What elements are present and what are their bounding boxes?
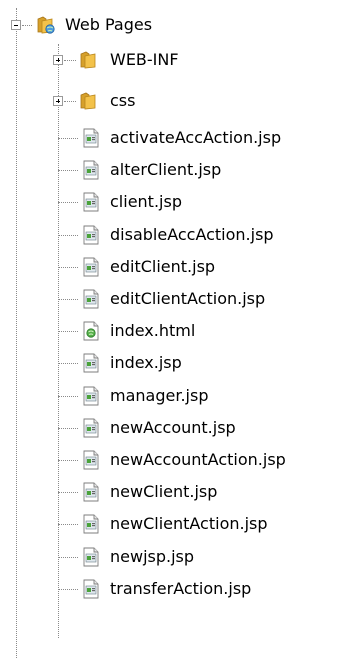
tree-item-web-inf[interactable]: WEB-INF: [0, 44, 343, 76]
tree-item-label: WEB-INF: [110, 50, 179, 69]
tree-item-file-10[interactable]: newAccount.jsp: [0, 412, 343, 444]
tree-item-label: client.jsp: [110, 192, 182, 212]
tree-item-label: editClient.jsp: [110, 256, 216, 276]
jsp-file-icon: [83, 514, 99, 534]
tree-item-file-15[interactable]: transferAction.jsp: [0, 573, 343, 605]
tree-item-label: newClientAction.jsp: [110, 514, 268, 534]
jsp-file-icon: [83, 418, 99, 438]
web-pages-folder-icon: [37, 16, 55, 34]
tree-item-file-6[interactable]: editClientAction.jsp: [0, 283, 343, 315]
tree-item-file-2[interactable]: alterClient.jsp: [0, 154, 343, 186]
tree-item-label: disableAccAction.jsp: [110, 224, 274, 244]
folder-icon: [80, 51, 96, 69]
tree-item-file-9[interactable]: manager.jsp: [0, 380, 343, 412]
tree-item-file-13[interactable]: newClientAction.jsp: [0, 508, 343, 540]
tree-item-file-11[interactable]: newAccountAction.jsp: [0, 444, 343, 476]
tree-item-file-5[interactable]: editClient.jsp: [0, 251, 343, 283]
jsp-file-icon: [83, 450, 99, 470]
jsp-file-icon: [83, 192, 99, 212]
tree-item-label: manager.jsp: [110, 385, 209, 405]
jsp-file-icon: [83, 289, 99, 309]
tree-item-label: css: [110, 91, 136, 110]
project-tree: Web Pages WEB-INF css activateAccAction.…: [0, 0, 343, 658]
tree-item-web-pages[interactable]: Web Pages: [0, 9, 343, 41]
tree-item-label: Web Pages: [65, 15, 153, 34]
tree-item-label: editClientAction.jsp: [110, 289, 266, 308]
collapse-toggle-web-pages[interactable]: [11, 20, 21, 30]
tree-item-file-12[interactable]: newClient.jsp: [0, 476, 343, 508]
tree-item-label: newAccount.jsp: [110, 417, 236, 437]
tree-item-css[interactable]: css: [0, 85, 343, 117]
jsp-file-icon: [83, 160, 99, 180]
tree-item-label: transferAction.jsp: [110, 578, 252, 598]
jsp-file-icon: [83, 353, 99, 373]
tree-item-file-3[interactable]: client.jsp: [0, 186, 343, 218]
jsp-file-icon: [83, 482, 99, 502]
tree-item-label: alterClient.jsp: [110, 160, 222, 180]
html-file-icon: [83, 321, 99, 341]
jsp-file-icon: [83, 128, 99, 148]
tree-item-label: activateAccAction.jsp: [110, 128, 282, 147]
jsp-file-icon: [83, 579, 99, 599]
tree-item-file-7[interactable]: index.html: [0, 315, 343, 347]
tree-item-file-4[interactable]: disableAccAction.jsp: [0, 219, 343, 251]
tree-item-label: index.html: [110, 321, 196, 341]
jsp-file-icon: [83, 547, 99, 567]
jsp-file-icon: [83, 257, 99, 277]
tree-item-file-1[interactable]: activateAccAction.jsp: [0, 122, 343, 154]
folder-icon: [80, 92, 96, 110]
jsp-file-icon: [83, 386, 99, 406]
tree-item-label: index.jsp: [110, 353, 182, 373]
tree-item-label: newAccountAction.jsp: [110, 450, 286, 469]
jsp-file-icon: [83, 225, 99, 245]
tree-item-file-8[interactable]: index.jsp: [0, 347, 343, 379]
expand-toggle-css[interactable]: [53, 96, 63, 106]
expand-toggle-web-inf[interactable]: [53, 55, 63, 65]
tree-item-label: newClient.jsp: [110, 482, 218, 502]
tree-item-file-14[interactable]: newjsp.jsp: [0, 541, 343, 573]
tree-item-label: newjsp.jsp: [110, 546, 195, 566]
